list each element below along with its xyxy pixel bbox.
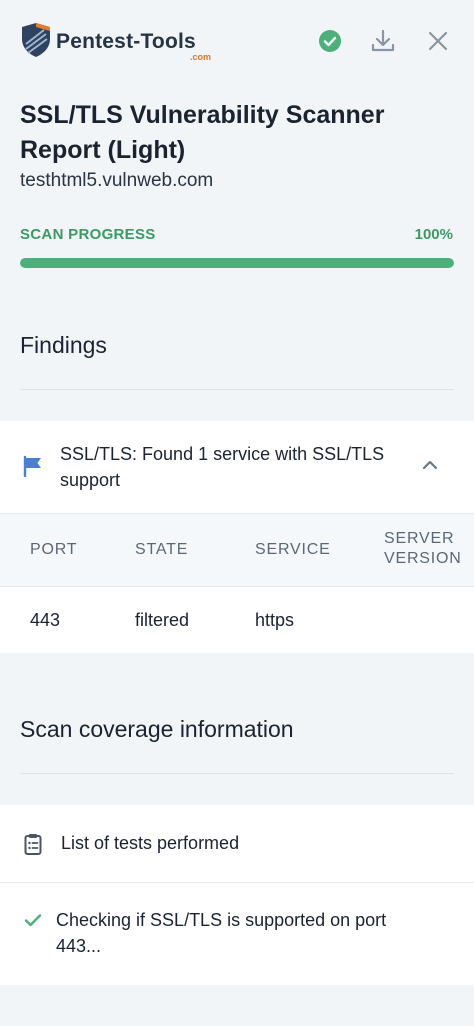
finding-card: SSL/TLS: Found 1 service with SSL/TLS su… (0, 421, 474, 653)
clipboard-list-icon (24, 834, 42, 855)
test-check-text: Checking if SSL/TLS is supported on port… (56, 910, 387, 956)
findings-heading: Findings (20, 332, 107, 358)
coverage-card: List of tests performed Checking if SSL/… (0, 805, 474, 985)
scan-progress-label: SCAN PROGRESS (20, 226, 156, 243)
scan-progress-bar (20, 258, 454, 268)
flag-icon (23, 455, 41, 477)
finding-header[interactable]: SSL/TLS: Found 1 service with SSL/TLS su… (0, 421, 474, 513)
findings-divider (20, 389, 454, 390)
table-cell-port: 443 (30, 610, 61, 630)
tests-performed-row[interactable]: List of tests performed (0, 805, 474, 883)
column-header-service: SERVICE (255, 541, 331, 558)
checkmark-icon (24, 914, 42, 927)
download-icon[interactable] (370, 28, 396, 54)
close-icon[interactable] (425, 28, 451, 54)
scan-progress-value: 100% (414, 226, 453, 243)
coverage-divider (20, 773, 454, 774)
table-cell-state: filtered (135, 610, 190, 630)
coverage-heading: Scan coverage information (20, 716, 294, 742)
finding-title: SSL/TLS: Found 1 service with SSL/TLS su… (60, 444, 385, 490)
brand-domain: .com (190, 52, 212, 62)
chevron-up-icon[interactable] (420, 455, 440, 475)
test-check-item: Checking if SSL/TLS is supported on port… (0, 883, 474, 985)
app-header: Pentest-Tools .com (0, 0, 474, 84)
column-header-state: STATE (135, 541, 189, 558)
column-header-server-version: SERVER VERSION (384, 530, 462, 567)
report-title: SSL/TLS Vulnerability Scanner Report (Li… (20, 101, 385, 164)
shield-logo-icon (22, 23, 50, 57)
check-circle-icon[interactable] (317, 28, 343, 54)
scan-progress-fill (20, 258, 454, 268)
pentest-tools-logo[interactable]: Pentest-Tools .com (20, 22, 230, 62)
tests-performed-label: List of tests performed (61, 833, 240, 853)
brand-name: Pentest-Tools (56, 30, 196, 53)
table-cell-service: https (255, 610, 295, 630)
column-header-port: PORT (30, 541, 78, 558)
report-target: testhtml5.vulnweb.com (20, 170, 214, 191)
